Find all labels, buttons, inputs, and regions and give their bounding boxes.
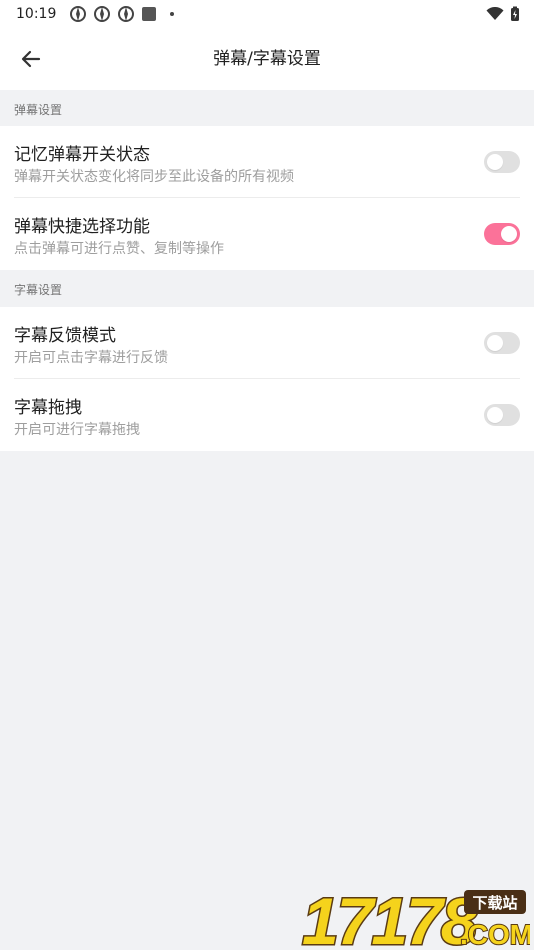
section-header-danmaku: 弹幕设置 [14,103,63,117]
setting-description: 开启可点击字幕进行反馈 [14,350,168,366]
remember-danmaku-state-toggle[interactable] [484,151,520,173]
setting-label: 记忆弹幕开关状态 [14,145,150,165]
notification-app-icon [118,6,135,22]
battery-charging-icon [511,6,519,21]
more-notifications-dot-icon [170,12,175,16]
setting-description: 弹幕开关状态变化将同步至此设备的所有视频 [14,169,294,185]
section-header-subtitle: 字幕设置 [14,283,63,297]
wifi-icon [486,7,504,20]
setting-label: 字幕拖拽 [14,398,82,418]
setting-description: 开启可进行字幕拖拽 [14,422,140,438]
toggle-knob [487,335,503,351]
setting-label: 字幕反馈模式 [14,326,116,346]
notification-app-icon [70,6,87,22]
setting-row-remember-danmaku-state[interactable]: 记忆弹幕开关状态 弹幕开关状态变化将同步至此设备的所有视频 [0,126,534,198]
subtitle-drag-toggle[interactable] [484,404,520,426]
setting-description: 点击弹幕可进行点赞、复制等操作 [14,241,224,257]
setting-row-subtitle-drag[interactable]: 字幕拖拽 开启可进行字幕拖拽 [0,379,534,451]
toggle-knob [487,154,503,170]
notification-app-icon [94,6,111,22]
notification-square-icon [142,7,157,21]
watermark-badge: 下载站 [472,894,517,912]
subtitle-feedback-toggle[interactable] [484,332,520,354]
setting-row-subtitle-feedback[interactable]: 字幕反馈模式 开启可点击字幕进行反馈 [0,307,534,379]
status-bar: 10:19 [0,0,534,28]
setting-row-danmaku-quick-select[interactable]: 弹幕快捷选择功能 点击弹幕可进行点赞、复制等操作 [0,198,534,270]
watermark-logo: 17178 下载站 .COM [301,888,531,948]
watermark-domain: .COM [460,919,530,948]
page-title: 弹幕/字幕设置 [213,49,321,69]
status-time: 10:19 [16,6,57,22]
setting-label: 弹幕快捷选择功能 [14,217,150,237]
toggle-knob [501,226,517,242]
toolbar: 弹幕/字幕设置 [0,28,534,90]
danmaku-quick-select-toggle[interactable] [484,223,520,245]
toggle-knob [487,407,503,423]
status-right-icons [486,6,520,22]
watermark-number: 17178 [302,888,478,948]
